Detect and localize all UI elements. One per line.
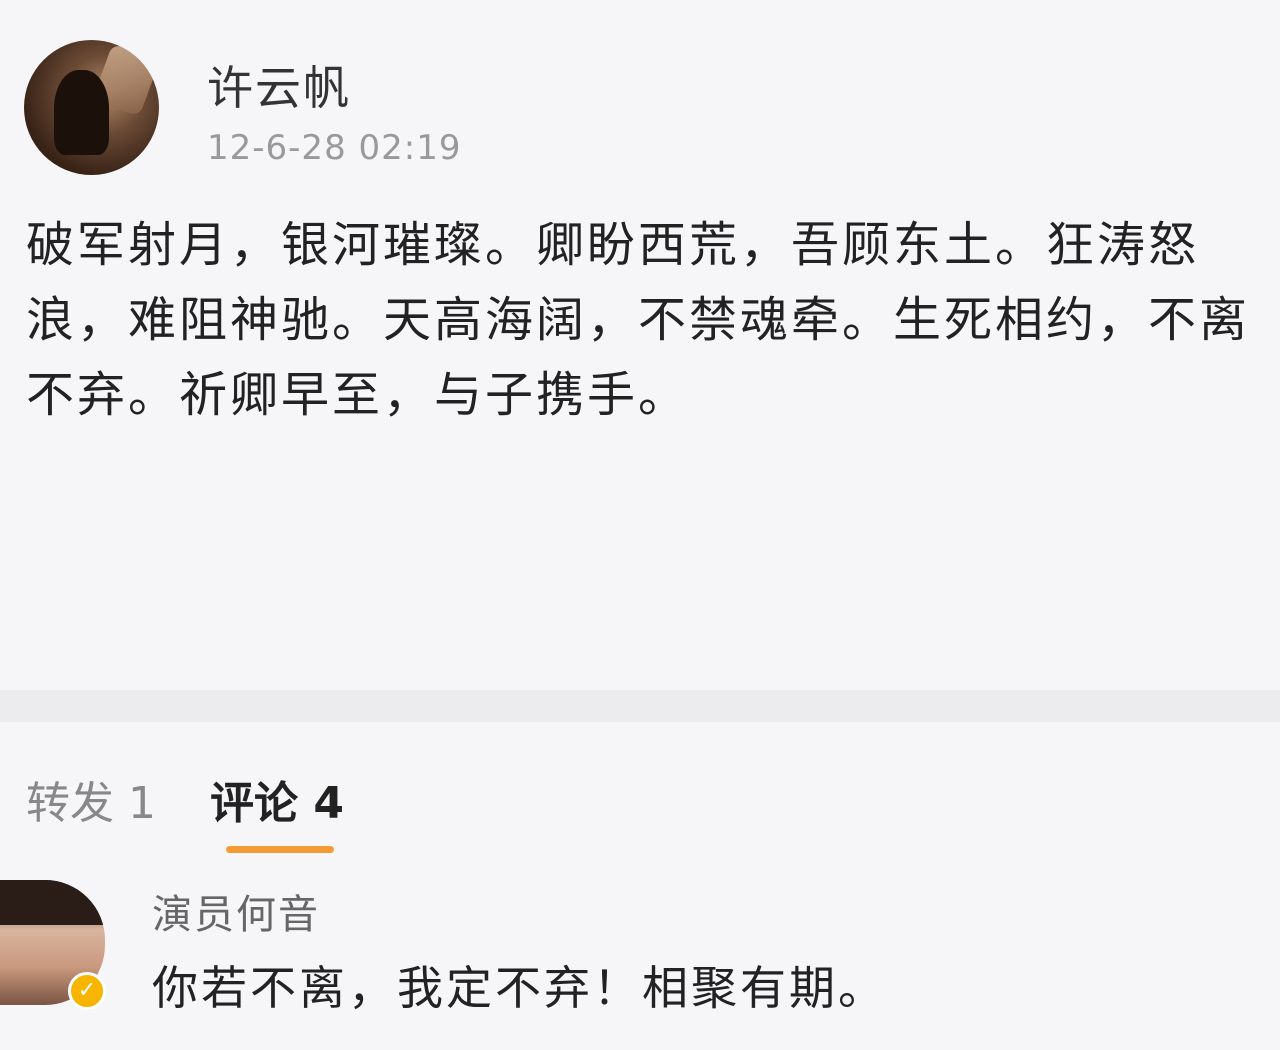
- author-name[interactable]: 许云帆: [207, 52, 351, 118]
- weibo-post: 许云帆 12-6-28 02:19 破军射月，银河璀璨。卿盼西荒，吾顾东土。狂涛…: [0, 0, 1280, 690]
- interaction-section: 转发 1 评论 4 ✓ 演员何音 你若不离，我定不弃！相聚有期。: [0, 722, 1280, 1050]
- avatar-hair: [0, 880, 105, 925]
- commenter-name[interactable]: 演员何音: [152, 882, 320, 940]
- comment-item: ✓ 演员何音 你若不离，我定不弃！相聚有期。: [0, 872, 1280, 1050]
- tab-repost[interactable]: 转发 1: [26, 767, 156, 831]
- post-text: 破军射月，银河璀璨。卿盼西荒，吾顾东土。狂涛怒浪，难阻神驰。天高海阔，不禁魂牵。…: [26, 217, 1251, 423]
- post-time: 12-6-28 02:19: [207, 128, 462, 168]
- tab-comments[interactable]: 评论 4: [210, 767, 344, 831]
- comment-text: 你若不离，我定不弃！相聚有期。: [152, 961, 887, 1015]
- avatar-figure: [54, 70, 109, 155]
- active-tab-indicator: [226, 846, 334, 853]
- verified-icon: ✓: [68, 972, 106, 1010]
- section-divider: [0, 690, 1280, 722]
- author-avatar[interactable]: [24, 40, 159, 175]
